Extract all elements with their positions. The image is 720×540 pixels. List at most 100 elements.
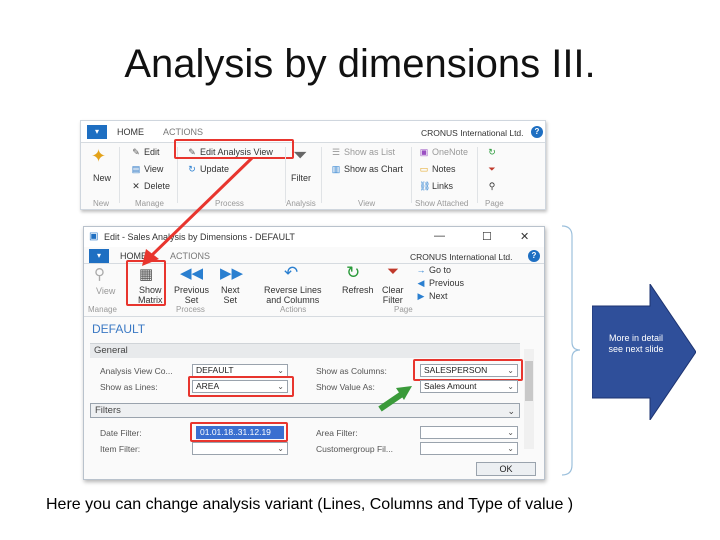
item-filter-field[interactable]: ⌄ [192,442,288,455]
go-to-button[interactable]: → Go to [416,265,452,275]
next-icon: ▶ [417,291,425,301]
group-label-analysis: Analysis [286,199,316,208]
callout-text: More in detail see next slide [608,333,664,354]
reverse-lines-columns-button[interactable]: Reverse Lines and Columns [264,285,322,305]
general-section-header[interactable]: General [90,343,520,358]
next-button[interactable]: ▶ Next [416,291,448,302]
tab-actions[interactable]: ACTIONS [170,251,210,261]
find-button[interactable]: ⚲ [487,181,500,192]
link-icon: ⛓ [419,181,431,191]
filter-icon: ⏷ [293,145,308,165]
refresh-icon: ↻ [188,164,196,174]
show-as-lines-highlight [188,376,294,397]
minimize-icon[interactable]: — [434,230,445,242]
show-value-as-field[interactable]: Sales Amount ⌄ [420,380,518,393]
chevron-down-icon: ⌄ [507,406,515,416]
chevron-down-icon: ⌄ [277,444,284,453]
date-filter-label: Date Filter: [100,428,142,438]
analysis-view-code-label: Analysis View Co... [100,366,173,376]
notes-icon: ▭ [419,164,429,174]
edit-button[interactable]: ✎ Edit [131,147,159,158]
scrollbar-thumb[interactable] [525,361,533,401]
binoculars-icon: ⚲ [488,181,496,191]
customergroup-filter-field[interactable]: ⌄ [420,442,518,455]
edit-analysis-view-highlight [174,139,294,159]
notes-button[interactable]: ▭ Notes [419,164,456,175]
chevron-down-icon: ⌄ [277,366,284,375]
previous-set-button[interactable]: Previous Set [174,285,209,305]
company-name: CRONUS International Ltd. [410,252,513,262]
clear-filter-button[interactable]: ⏷ [487,164,500,175]
refresh-icon: ↻ [346,263,361,282]
show-matrix-highlight [126,260,166,306]
show-as-list-button[interactable]: ☰ Show as List [331,147,395,158]
tab-actions[interactable]: ACTIONS [163,127,203,137]
close-icon[interactable]: ✕ [520,230,529,243]
group-label-actions: Actions [280,305,307,314]
next-set-button[interactable]: Next Set [221,285,240,305]
slide-caption: Here you can change analysis variant (Li… [46,496,574,513]
next-set-icon: ▶▶ [220,265,244,282]
delete-button[interactable]: ✕ Delete [131,181,170,192]
clear-filter-icon: ⏷ [387,263,400,280]
area-filter-field[interactable]: ⌄ [420,426,518,439]
page-refresh-button[interactable]: ↻ [487,147,500,158]
show-value-as-label: Show Value As: [316,382,375,392]
onenote-icon: ▣ [419,147,429,157]
ribbon-screenshot: ▾ HOME ACTIONS CRONUS International Ltd.… [80,120,546,210]
pencil-icon: ✎ [132,147,140,157]
show-as-lines-label: Show as Lines: [100,382,158,392]
view-button[interactable]: View [96,286,115,296]
onenote-button[interactable]: ▣ OneNote [419,147,468,158]
previous-button[interactable]: ◀ Previous [416,278,464,289]
item-filter-label: Item Filter: [100,444,141,454]
help-icon[interactable]: ? [528,250,540,262]
maximize-icon[interactable]: ☐ [482,230,492,243]
ribbon-tab-bar: ▾ HOME ACTIONS CRONUS International Ltd.… [81,121,545,143]
list-icon: ☰ [331,147,341,157]
show-as-chart-button[interactable]: ▥ Show as Chart [331,164,403,175]
chart-icon: ▥ [331,164,341,174]
app-menu-button[interactable]: ▾ [87,125,107,139]
go-to-icon: → [416,265,426,275]
view-icon: ▤ [131,164,141,174]
customergroup-filter-label: Customergroup Fil... [316,444,393,454]
previous-set-icon: ◀◀ [180,265,204,282]
date-filter-highlight [190,422,288,442]
record-title: DEFAULT [92,322,146,336]
previous-icon: ◀ [417,278,425,288]
right-bracket [561,225,580,476]
group-label-show-attached: Show Attached [415,199,469,208]
vertical-scrollbar[interactable] [524,349,534,449]
chevron-down-icon: ⌄ [507,428,514,437]
group-label-view: View [358,199,376,208]
view-icon: ⚲ [94,266,105,283]
group-label-process: Process [215,199,244,208]
window-app-icon: ▣ [89,231,99,242]
tab-home[interactable]: HOME [117,127,144,137]
refresh-button[interactable]: Refresh [342,285,374,295]
chevron-down-icon: ⌄ [507,444,514,453]
area-filter-label: Area Filter: [316,428,358,438]
update-button[interactable]: ↻ Update [187,164,229,175]
ok-button[interactable]: OK [476,462,536,476]
links-button[interactable]: ⛓ Links [419,181,453,192]
app-menu-button[interactable]: ▾ [89,249,109,263]
company-name: CRONUS International Ltd. [421,128,524,138]
new-icon: ✦ [91,146,107,166]
show-as-columns-label: Show as Columns: [316,366,387,376]
group-label-page: Page [394,305,413,314]
clear-filter-button[interactable]: Clear Filter [382,285,404,305]
filter-button[interactable]: Filter [291,173,311,183]
filters-section-header[interactable]: Filters ⌄ [90,403,520,418]
group-label-page: Page [485,199,504,208]
delete-icon: ✕ [132,181,140,191]
chevron-down-icon: ⌄ [507,382,514,391]
group-label-manage: Manage [135,199,164,208]
group-label-new: New [93,199,110,208]
help-icon[interactable]: ? [531,126,543,138]
window-title-bar: ▣ Edit - Sales Analysis by Dimensions - … [84,227,544,247]
view-button[interactable]: ▤ View [131,164,164,175]
group-label-process: Process [176,305,205,314]
new-button[interactable]: New [93,173,111,183]
